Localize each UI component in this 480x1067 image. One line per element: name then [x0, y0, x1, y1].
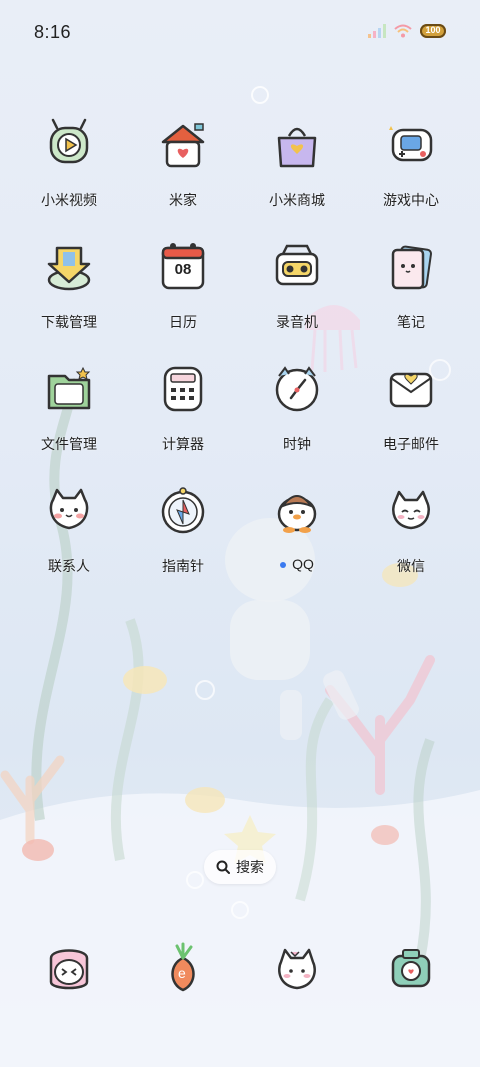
app-label: 时钟	[283, 436, 311, 452]
dock-browser[interactable]: e	[126, 936, 240, 1006]
signal-icon	[368, 24, 386, 38]
camera-icon	[379, 936, 443, 1000]
folder-icon	[37, 356, 101, 420]
qq-penguin-icon	[265, 478, 329, 542]
contacts-icon	[37, 478, 101, 542]
dock-camera[interactable]	[354, 936, 468, 1006]
download-icon	[37, 234, 101, 298]
calculator-icon	[151, 356, 215, 420]
phone-cat-icon	[37, 936, 101, 1000]
carrot-browser-icon: e	[151, 936, 215, 1000]
bunny-messages-icon	[265, 936, 329, 1000]
app-calendar[interactable]: 08 日历	[126, 234, 240, 344]
app-downloads[interactable]: 下载管理	[12, 234, 126, 344]
calendar-day: 08	[174, 261, 192, 278]
app-label: 微信	[397, 558, 425, 574]
shopping-bag-icon	[265, 112, 329, 176]
app-label: 计算器	[162, 436, 204, 452]
app-label: 指南针	[162, 558, 204, 574]
app-mijia[interactable]: 米家	[126, 112, 240, 222]
calendar-icon: 08	[151, 234, 215, 298]
app-clock[interactable]: 时钟	[240, 356, 354, 466]
app-game-center[interactable]: 游戏中心	[354, 112, 468, 222]
battery-level: 100	[425, 25, 441, 35]
dock: e	[12, 936, 468, 1006]
notes-icon	[379, 234, 443, 298]
app-label: 录音机	[276, 314, 318, 330]
app-label: 文件管理	[41, 436, 97, 452]
app-recorder[interactable]: 录音机	[240, 234, 354, 344]
app-file-manager[interactable]: 文件管理	[12, 356, 126, 466]
app-compass[interactable]: 指南针	[126, 478, 240, 588]
search-label: 搜索	[236, 859, 264, 875]
svg-text:e: e	[178, 965, 186, 981]
app-label: 笔记	[397, 314, 425, 330]
new-notification-dot	[280, 562, 287, 569]
app-email[interactable]: 电子邮件	[354, 356, 468, 466]
search-icon	[216, 860, 230, 874]
video-icon	[37, 112, 101, 176]
home-icon	[151, 112, 215, 176]
status-icons: 100	[368, 24, 446, 38]
wechat-cat-icon	[379, 478, 443, 542]
app-mi-video[interactable]: 小米视频	[12, 112, 126, 222]
app-label: 米家	[169, 192, 197, 208]
app-mi-store[interactable]: 小米商城	[240, 112, 354, 222]
clock-icon	[265, 356, 329, 420]
status-time: 8:16	[34, 22, 72, 42]
status-bar: 8:16 100	[0, 0, 480, 70]
dock-phone[interactable]	[12, 936, 126, 1006]
search-button[interactable]: 搜索	[204, 850, 276, 884]
app-contacts[interactable]: 联系人	[12, 478, 126, 588]
app-label: QQ	[280, 556, 314, 572]
recorder-icon	[265, 234, 329, 298]
battery-icon: 100	[420, 24, 446, 38]
app-label: 小米视频	[41, 192, 97, 208]
app-notes[interactable]: 笔记	[354, 234, 468, 344]
app-label: 电子邮件	[383, 436, 439, 452]
app-wechat[interactable]: 微信	[354, 478, 468, 588]
app-label: 小米商城	[269, 192, 325, 208]
compass-icon	[151, 478, 215, 542]
app-label: 联系人	[48, 558, 90, 574]
app-calculator[interactable]: 计算器	[126, 356, 240, 466]
app-qq[interactable]: QQ	[240, 478, 354, 588]
wifi-icon	[394, 24, 412, 38]
app-label: 游戏中心	[383, 192, 439, 208]
dock-messages[interactable]	[240, 936, 354, 1006]
app-label-text: QQ	[292, 556, 314, 572]
email-icon	[379, 356, 443, 420]
app-label: 日历	[169, 314, 197, 330]
gamepad-icon	[379, 112, 443, 176]
app-label: 下载管理	[41, 314, 97, 330]
